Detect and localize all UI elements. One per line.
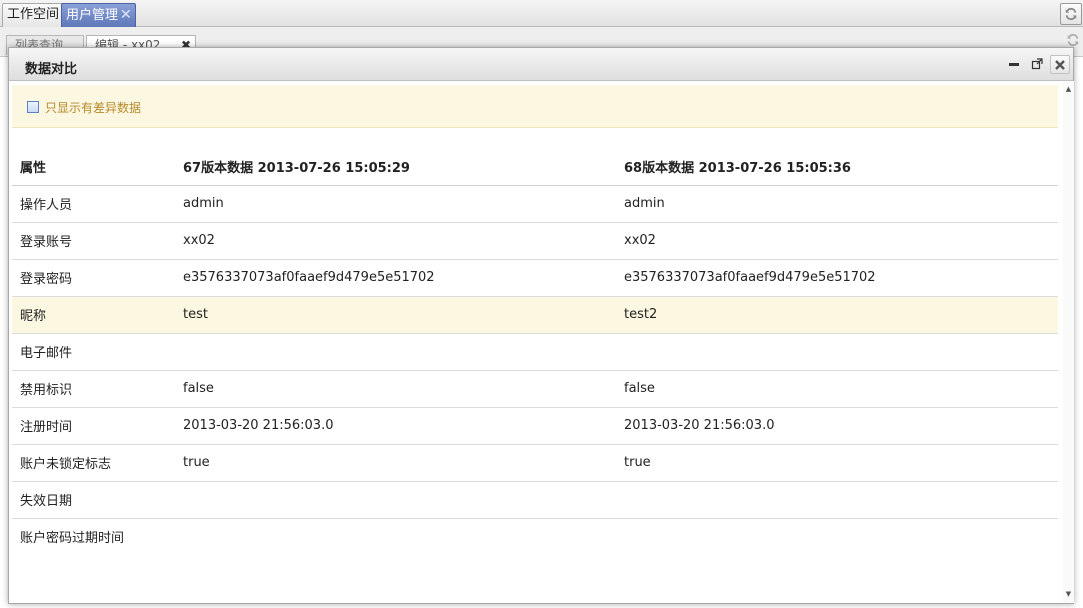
diff-only-label[interactable]: 只显示有差异数据	[45, 99, 141, 116]
attr-cell: 登录密码	[12, 259, 175, 297]
sub-refresh-icon[interactable]	[1066, 33, 1080, 47]
attr-cell: 账户未锁定标志	[12, 444, 175, 482]
attr-cell: 登录账号	[12, 222, 175, 260]
v68-cell: 2013-03-20 21:56:03.0	[616, 407, 1058, 445]
table-row: 账户密码过期时间	[12, 518, 1058, 555]
attr-cell: 禁用标识	[12, 370, 175, 408]
table-row-diff: 昵称 test test2	[12, 296, 1058, 334]
v68-cell	[616, 518, 1058, 555]
scroll-up-icon[interactable]: ▲	[1064, 85, 1073, 94]
attr-cell: 账户密码过期时间	[20, 531, 125, 547]
tab-workspace-label: 工作空间	[7, 7, 60, 22]
v67-cell	[175, 481, 616, 519]
attr-cell: 注册时间	[12, 407, 175, 445]
tab-user-management-label: 用户管理	[66, 8, 119, 23]
table-row: 失效日期	[12, 481, 1058, 519]
v68-cell: test2	[616, 296, 1058, 334]
attr-cell: 电子邮件	[12, 333, 175, 371]
v67-cell: e3576337073af0faaef9d479e5e51702	[175, 259, 616, 297]
v68-cell	[616, 333, 1058, 371]
v67-cell	[175, 518, 616, 555]
table-row: 登录账号 xx02 xx02	[12, 222, 1058, 260]
v68-cell: true	[616, 444, 1058, 482]
column-header-version-68: 68版本数据 2013-07-26 15:05:36	[616, 148, 1058, 186]
diff-only-checkbox[interactable]	[27, 101, 39, 113]
data-compare-dialog: 数据对比 只显示有差异数据 属性 67版本数据 2013-07-26 15:05…	[8, 47, 1074, 604]
v68-cell: false	[616, 370, 1058, 408]
attr-cell: 失效日期	[12, 481, 175, 519]
maximize-icon	[1031, 58, 1043, 70]
attr-cell: 操作人员	[12, 185, 175, 223]
table-header-row: 属性 67版本数据 2013-07-26 15:05:29 68版本数据 201…	[12, 148, 1058, 186]
v68-cell: e3576337073af0faaef9d479e5e51702	[616, 259, 1058, 297]
v68-cell	[616, 481, 1058, 519]
v68-cell: xx02	[616, 222, 1058, 260]
tab-close-icon[interactable]: ✕	[120, 4, 132, 26]
top-tab-bar: 工作空间 用户管理 ✕	[0, 0, 1083, 27]
close-icon	[1055, 59, 1065, 70]
filter-bar: 只显示有差异数据	[12, 85, 1058, 128]
v67-cell: test	[175, 296, 616, 334]
table-row: 电子邮件	[12, 333, 1058, 371]
column-header-version-67: 67版本数据 2013-07-26 15:05:29	[175, 148, 616, 186]
table-row: 登录密码 e3576337073af0faaef9d479e5e51702 e3…	[12, 259, 1058, 297]
close-button[interactable]	[1050, 55, 1070, 74]
dialog-header: 数据对比	[9, 48, 1073, 81]
scroll-down-icon[interactable]: ▼	[1064, 590, 1073, 599]
attr-cell: 昵称	[12, 296, 175, 334]
table-row: 禁用标识 false false	[12, 370, 1058, 408]
dialog-title: 数据对比	[25, 62, 78, 77]
v67-cell	[175, 333, 616, 371]
table-row: 注册时间 2013-03-20 21:56:03.0 2013-03-20 21…	[12, 407, 1058, 445]
column-header-attribute: 属性	[12, 148, 175, 186]
tab-workspace[interactable]: 工作空间	[2, 3, 65, 27]
dialog-body: 只显示有差异数据 属性 67版本数据 2013-07-26 15:05:29 6…	[9, 81, 1061, 603]
maximize-button[interactable]	[1030, 57, 1044, 71]
table-row: 账户未锁定标志 true true	[12, 444, 1058, 482]
table-row: 操作人员 admin admin	[12, 185, 1058, 223]
tab-user-management[interactable]: 用户管理 ✕	[61, 3, 136, 27]
v68-cell: admin	[616, 185, 1058, 223]
minimize-button[interactable]	[1007, 57, 1021, 71]
v67-cell: true	[175, 444, 616, 482]
v67-cell: 2013-03-20 21:56:03.0	[175, 407, 616, 445]
refresh-icon	[1065, 7, 1077, 21]
vertical-scrollbar[interactable]: ▲ ▼	[1063, 81, 1074, 603]
v67-cell: xx02	[175, 222, 616, 260]
compare-table: 属性 67版本数据 2013-07-26 15:05:29 68版本数据 201…	[12, 148, 1058, 555]
refresh-button[interactable]	[1060, 3, 1082, 25]
v67-cell: false	[175, 370, 616, 408]
minimize-icon	[1009, 63, 1019, 66]
v67-cell: admin	[175, 185, 616, 223]
